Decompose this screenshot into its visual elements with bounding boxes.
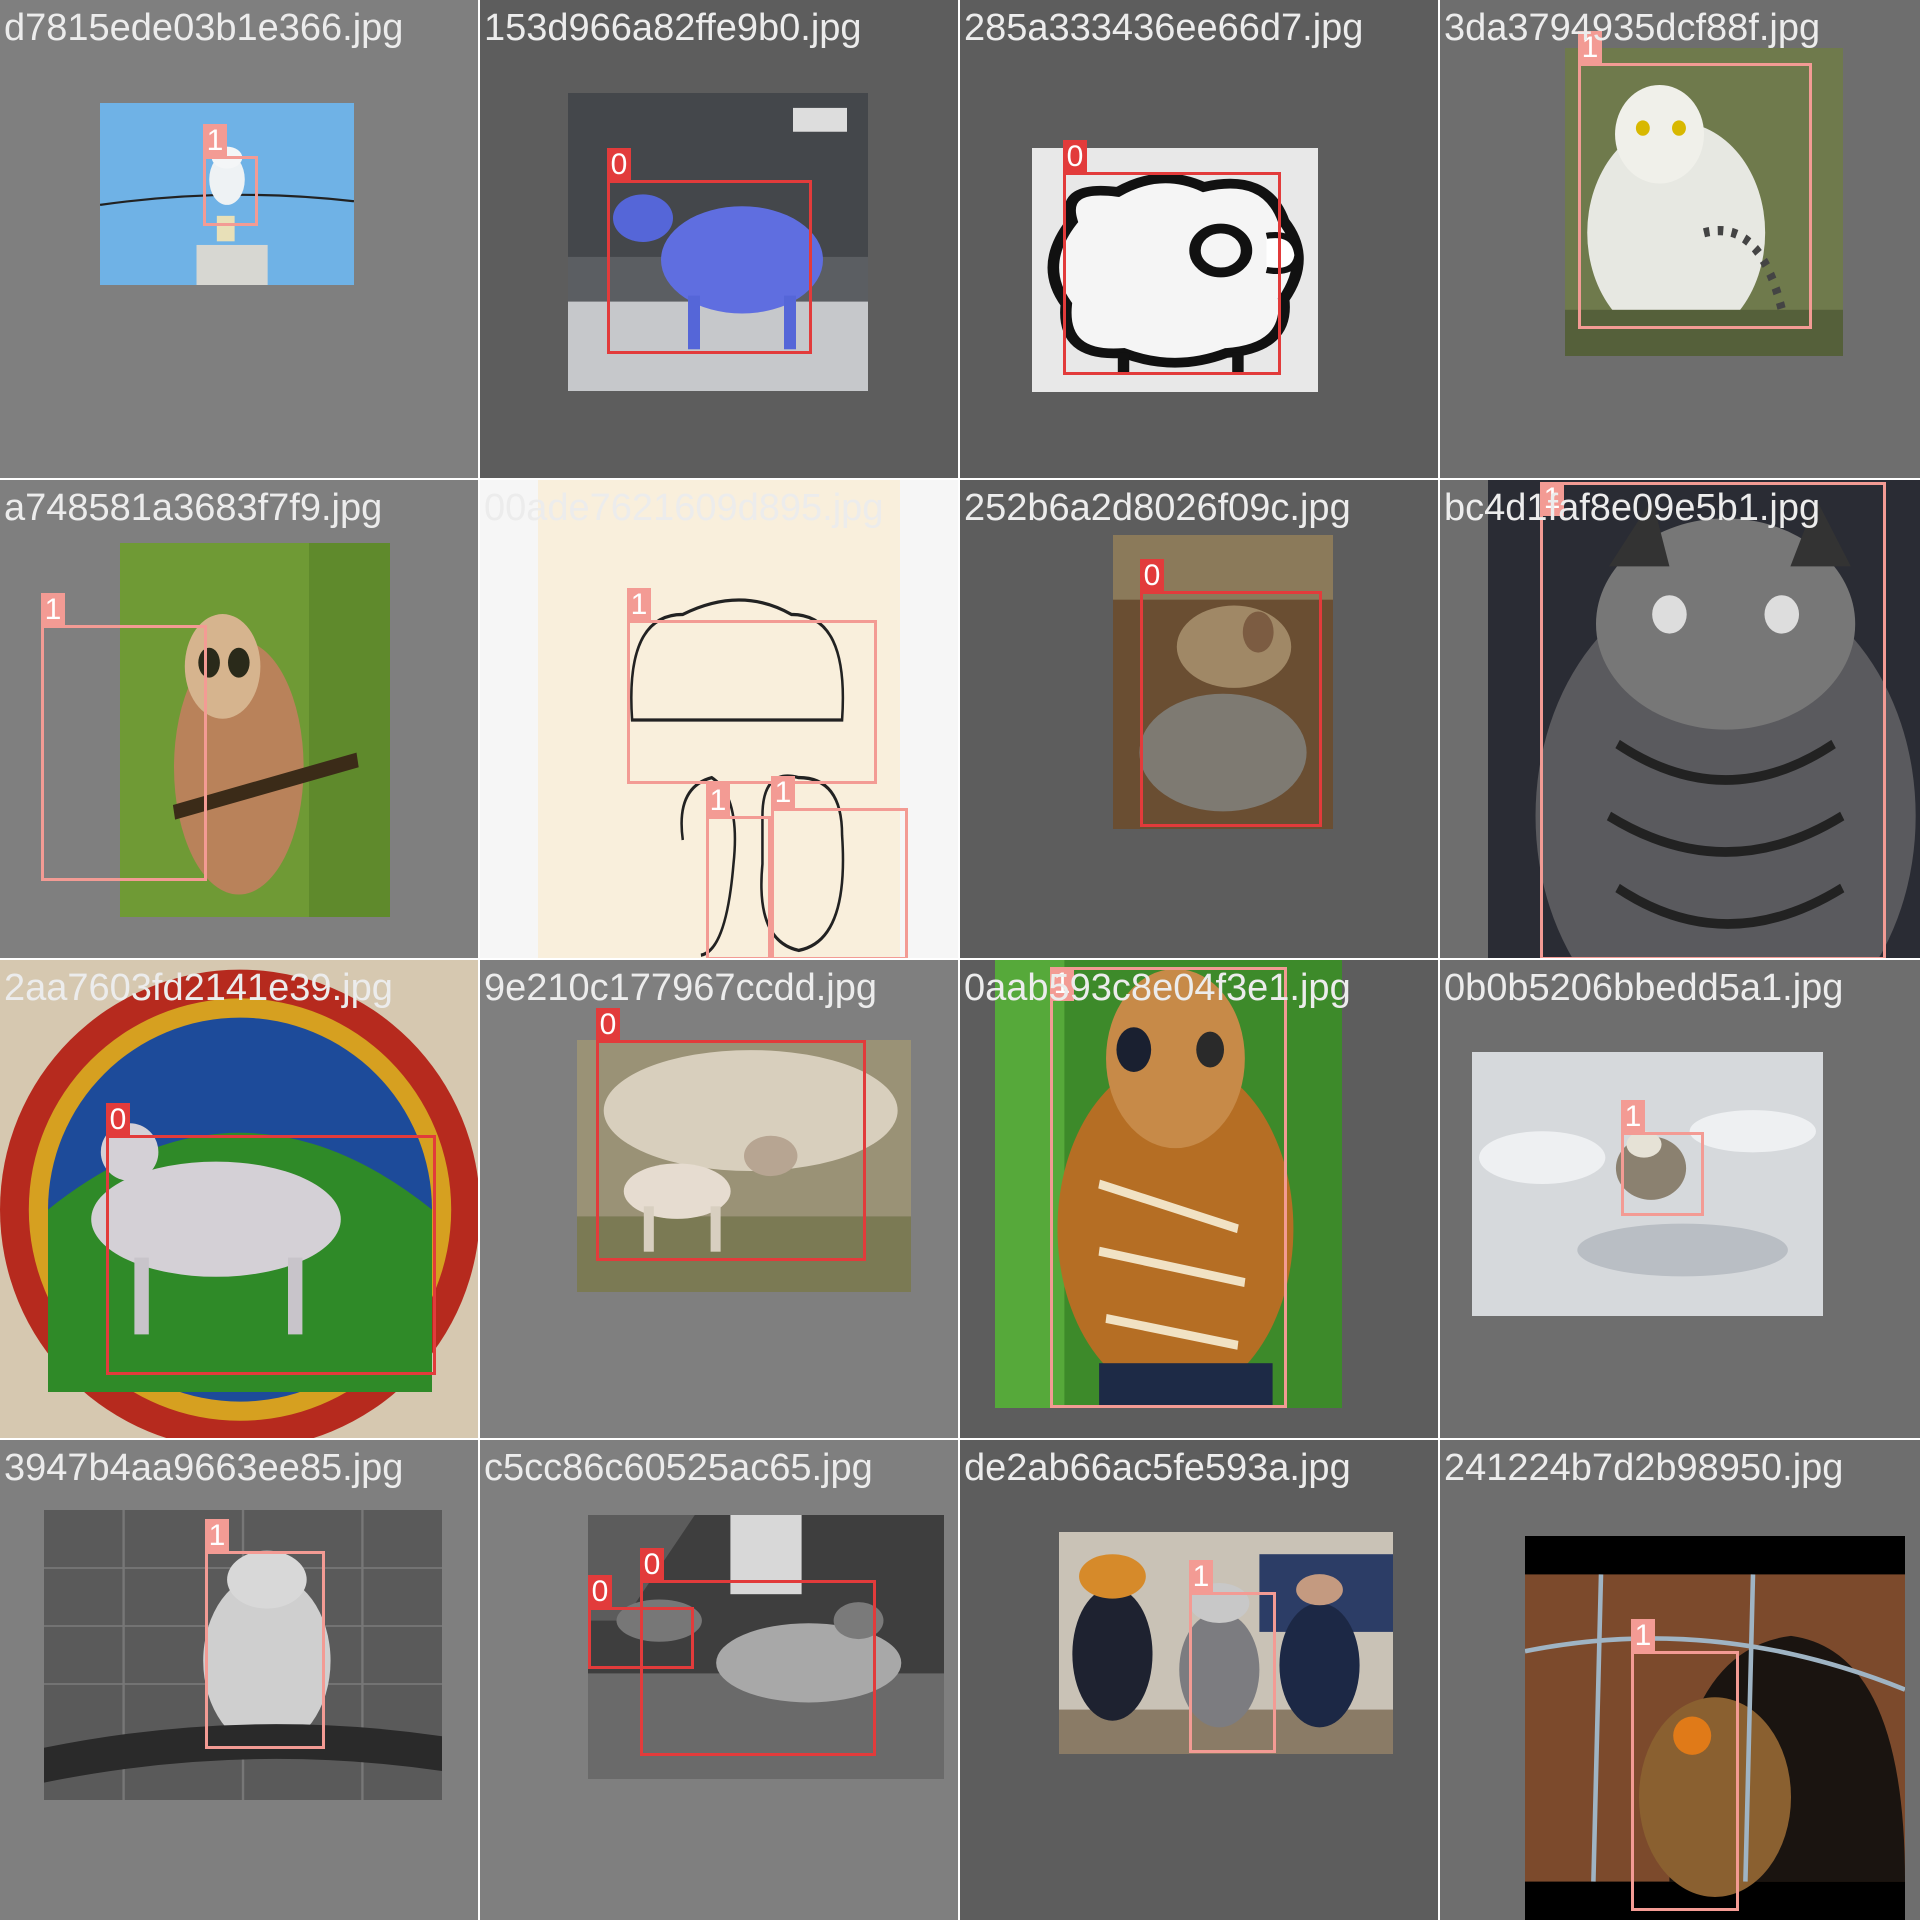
- class-label-tag: 1: [1540, 482, 1564, 516]
- bounding-box-class-0[interactable]: 0: [1140, 559, 1322, 827]
- tile-blue-sheep-statue: 153d966a82ffe9b0.jpg 0: [480, 0, 958, 478]
- class-label-tag: 1: [203, 124, 227, 158]
- class-label-tag: 0: [607, 148, 631, 182]
- bounding-box-class-1[interactable]: 1: [771, 776, 908, 958]
- class-label-tag: 1: [771, 776, 795, 810]
- bounding-box-class-1[interactable]: 1: [1578, 31, 1812, 329]
- file-name: 3da3794935dcf88f.jpg: [1444, 7, 1821, 49]
- bounding-box-class-1[interactable]: 1: [41, 593, 207, 881]
- bounding-box-class-1[interactable]: 1: [706, 784, 771, 958]
- file-name: 241224b7d2b98950.jpg: [1444, 1447, 1844, 1489]
- class-label-tag: 0: [596, 1008, 620, 1042]
- file-name: de2ab66ac5fe593a.jpg: [964, 1447, 1351, 1489]
- tile-snowy-owl-on-wire: d7815ede03b1e366.jpg 1: [0, 0, 478, 478]
- tile-snowy-owl-grayscale: 3947b4aa9663ee85.jpg 1: [0, 1440, 478, 1920]
- tile-ewe-and-lamb: 9e210c177967ccdd.jpg 0: [480, 960, 958, 1438]
- bounding-box-class-1[interactable]: 1: [1621, 1100, 1704, 1216]
- bounding-box-class-1[interactable]: 1: [627, 588, 877, 784]
- file-name: 0b0b5206bbedd5a1.jpg: [1444, 967, 1844, 1009]
- class-label-tag: 0: [106, 1103, 130, 1137]
- tile-owl-on-ice: 0b0b5206bbedd5a1.jpg 1: [1440, 960, 1920, 1438]
- bounding-box-class-1[interactable]: 1: [203, 124, 258, 226]
- class-label-tag: 1: [1050, 967, 1074, 1001]
- tile-sheep-drawing: 285a333436ee66d7.jpg 0: [960, 0, 1438, 478]
- class-label-tag: 1: [205, 1519, 229, 1553]
- bounding-box-class-1[interactable]: 1: [1631, 1619, 1739, 1911]
- class-label-tag: 1: [1578, 31, 1602, 65]
- class-label-tag: 1: [627, 588, 651, 622]
- bounding-box-class-1[interactable]: 1: [1050, 967, 1287, 1408]
- bounding-box-class-1[interactable]: 1: [1540, 482, 1886, 958]
- file-name: 9e210c177967ccdd.jpg: [484, 967, 878, 1009]
- file-name: a748581a3683f7f9.jpg: [4, 487, 383, 529]
- class-label-tag: 1: [1621, 1100, 1645, 1134]
- class-label-tag: 0: [1063, 140, 1087, 174]
- tile-mascots-indoors: de2ab66ac5fe593a.jpg 1: [960, 1440, 1438, 1920]
- class-label-tag: 1: [1631, 1619, 1655, 1653]
- class-label-tag: 1: [1189, 1560, 1213, 1594]
- tile-great-horned-owl: bc4d1faf8e09e5b1.jpg 1: [1440, 480, 1920, 958]
- tile-tawny-owl: 0aab593c8e04f3e1.jpg 1: [960, 960, 1438, 1438]
- file-name: 153d966a82ffe9b0.jpg: [484, 7, 862, 49]
- tile-snowy-owl-grass: 3da3794935dcf88f.jpg 1: [1440, 0, 1920, 478]
- bounding-box-class-0[interactable]: 0: [106, 1103, 436, 1375]
- bounding-box-class-0[interactable]: 0: [607, 148, 812, 354]
- class-label-tag: 0: [588, 1575, 612, 1609]
- tile-sheep-in-barn: c5cc86c60525ac65.jpg 0 0: [480, 1440, 958, 1920]
- file-name: c5cc86c60525ac65.jpg: [484, 1447, 873, 1489]
- tile-saw-whet-owl: a748581a3683f7f9.jpg 1: [0, 480, 478, 958]
- class-label-tag: 1: [706, 784, 730, 818]
- tile-sheep-shearing: 252b6a2d8026f09c.jpg 0: [960, 480, 1438, 958]
- file-name: 252b6a2d8026f09c.jpg: [964, 487, 1351, 529]
- bounding-box-class-1[interactable]: 1: [205, 1519, 325, 1749]
- tile-medieval-sheep-roundel: 2aa7603fd2141e39.jpg 0: [0, 960, 478, 1438]
- file-name: d7815ede03b1e366.jpg: [4, 7, 404, 49]
- class-label-tag: 1: [41, 593, 65, 627]
- bounding-box-class-0[interactable]: 0: [1063, 140, 1281, 375]
- detection-grid: d7815ede03b1e366.jpg 1 153d966a82ffe9b0.jp…: [0, 0, 1920, 1920]
- bounding-box-class-0[interactable]: 0: [596, 1008, 866, 1261]
- bounding-box-class-1[interactable]: 1: [1189, 1560, 1276, 1753]
- class-label-tag: 0: [1140, 559, 1164, 593]
- bounding-box-class-0[interactable]: 0: [640, 1548, 876, 1756]
- file-name: 3947b4aa9663ee85.jpg: [4, 1447, 404, 1489]
- class-label-tag: 0: [640, 1548, 664, 1582]
- tile-eagle-owl-in-cage: 241224b7d2b98950.jpg 1: [1440, 1440, 1920, 1920]
- file-name: 285a333436ee66d7.jpg: [964, 7, 1364, 49]
- tile-owl-sketches: 00ade7621609d895.jpg 1 1 1: [480, 480, 958, 958]
